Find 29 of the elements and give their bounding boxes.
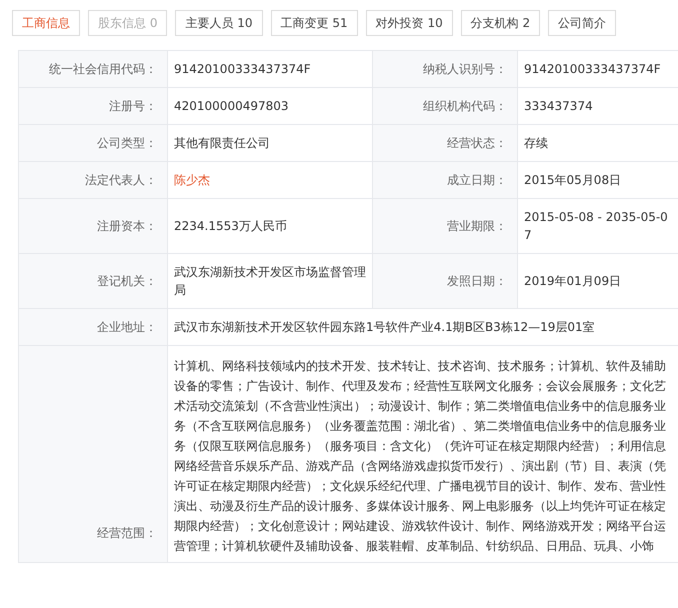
field-label: 注册资本： [19,199,168,254]
field-label: 法定代表人： [19,162,168,199]
tab[interactable]: 工商变更 51 [270,10,358,36]
field-label: 注册号： [19,88,168,125]
field-value: 2019年01月09日 [518,254,678,309]
field-label: 经营范围： [19,346,168,563]
tab[interactable]: 工商信息 [12,10,80,36]
field-label: 营业期限： [373,199,518,254]
person-link[interactable]: 陈少杰 [174,171,210,189]
field-value: 2015-05-08 - 2035-05-07 [518,199,678,254]
field-value: 武汉市东湖新技术开发区软件园东路1号软件产业4.1期B区B3栋12—19层01室 [168,309,678,346]
field-label: 统一社会信用代码： [19,51,168,88]
field-value: 91420100333437374F [518,51,678,88]
field-label: 登记机关： [19,254,168,309]
field-value: 2015年05月08日 [518,162,678,199]
field-label: 成立日期： [373,162,518,199]
field-label: 经营状态： [373,125,518,162]
tab[interactable]: 对外投资 10 [366,10,453,36]
field-label: 发照日期： [373,254,518,309]
field-value: 333437374 [518,88,678,125]
tab[interactable]: 公司简介 [548,10,616,36]
field-label: 组织机构代码： [373,88,518,125]
field-label: 纳税人识别号： [373,51,518,88]
field-value: 计算机、网络科技领域内的技术开发、技术转让、技术咨询、技术服务；计算机、软件及辅助设备的零售；广告设计、制作、代理及发布；经营性互联网文化服务；会议会展服务；文化艺术活动交流策划（不含营业性演出）；动漫设计、制作；第二类增值电信业务中的信息服务业务（不含互联网信息服务）（业务覆盖范围：湖北省）、第二类增值电信业务中的信息服务业务（仅限互联网信息服务）（服务项目：含文化）（凭许可证在核定期限内经营）；利用信息网络经营音乐娱乐产品、游戏产品（含网络游戏虚拟货币发行）、演出剧（节）目、表演（凭许可证在核定期限内经营）；文化娱乐经纪代理、广播电视节目的设计、制作、发布、营业性演出、动漫及衍生产品的设计服务、多媒体设计服务、网上电影服务（以上均凭许可证在核定期限内经营）；文化创意设计；网站建设、游戏软件设计、制作、网络游戏开发；网络平台运营管理；计算机软硬件及辅助设备、服装鞋帽、皮革制品、针纺织品、日用品、玩具、小饰 [168,346,678,563]
tab[interactable]: 主要人员 10 [175,10,263,36]
tab[interactable]: 分支机构 2 [460,10,540,36]
field-value: 存续 [518,125,678,162]
field-label: 公司类型： [19,125,168,162]
field-label: 企业地址： [19,309,168,346]
